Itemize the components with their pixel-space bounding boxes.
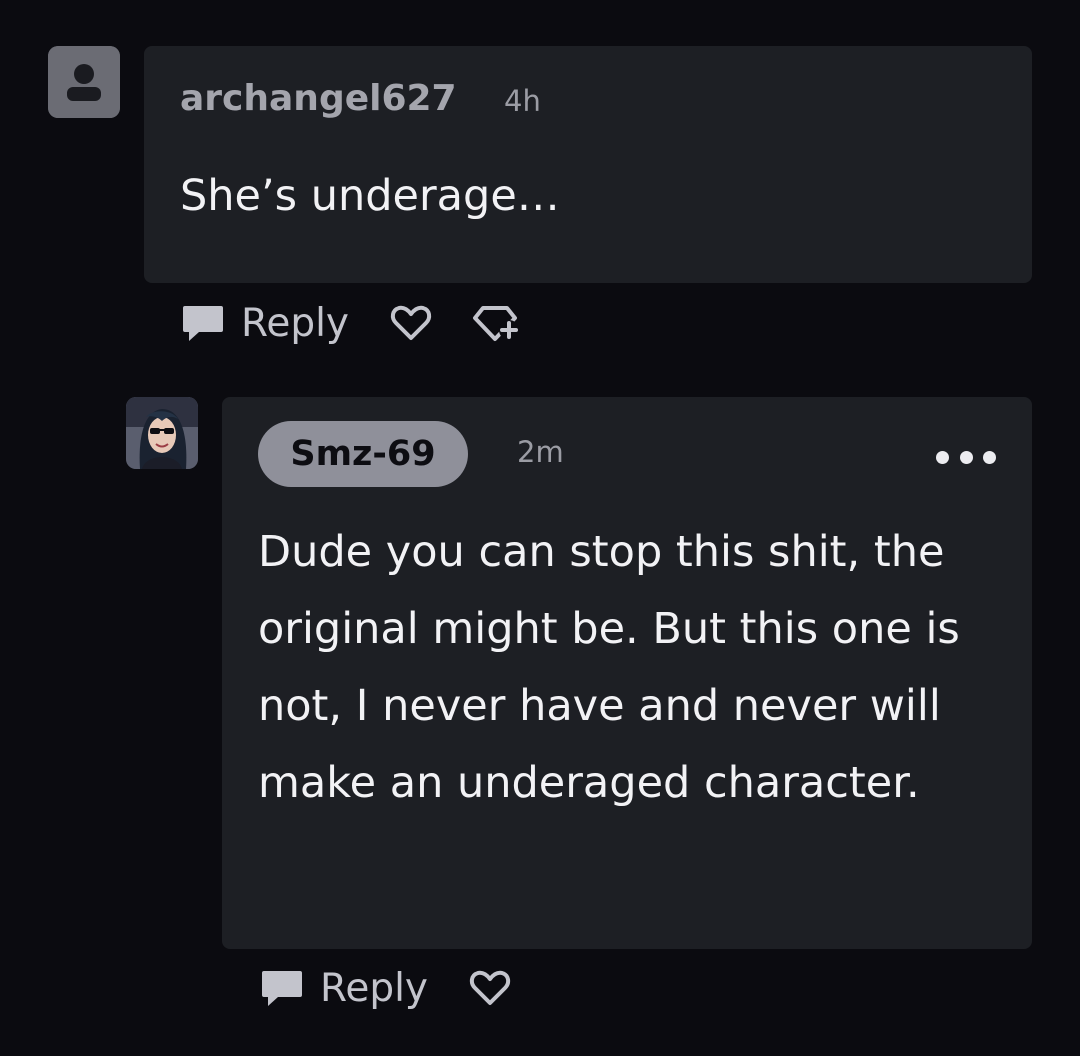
- chat-bubble-icon: [183, 306, 223, 341]
- like-button[interactable]: [468, 968, 512, 1008]
- comment-card: Smz-69 2m Dude you can stop this shit, t…: [222, 397, 1032, 949]
- avatar-photo[interactable]: [126, 397, 198, 469]
- more-options-icon: [936, 450, 949, 464]
- reply-label: Reply: [241, 300, 350, 346]
- more-options-icon-dot: [983, 450, 996, 464]
- reply-button[interactable]: Reply: [260, 966, 428, 1011]
- award-button[interactable]: [471, 302, 521, 344]
- heart-icon: [469, 970, 511, 1005]
- comment-body: Dude you can stop this shit, the origina…: [258, 527, 960, 808]
- comment-username[interactable]: archangel627: [180, 78, 457, 119]
- comment-timestamp: 4h: [504, 84, 541, 118]
- reply-label: Reply: [320, 965, 429, 1011]
- comment-username[interactable]: Smz-69: [258, 421, 468, 487]
- more-options-icon-dot: [959, 450, 973, 464]
- default-user-icon: [48, 46, 120, 118]
- user-photo: [126, 397, 198, 469]
- comment-actions: Reply: [181, 293, 521, 353]
- chat-bubble-icon: [262, 971, 302, 1006]
- like-button[interactable]: [389, 303, 433, 343]
- more-options-button[interactable]: [936, 449, 996, 465]
- comment-card: archangel627 4h She’s underage…: [144, 46, 1032, 283]
- award-add-icon: [473, 306, 520, 341]
- comment-actions: Reply: [260, 958, 512, 1018]
- comment-body: She’s underage…: [180, 171, 560, 221]
- reply-button[interactable]: Reply: [181, 301, 349, 346]
- avatar-default[interactable]: [48, 46, 120, 118]
- comment-timestamp: 2m: [517, 435, 564, 469]
- heart-icon: [390, 305, 432, 340]
